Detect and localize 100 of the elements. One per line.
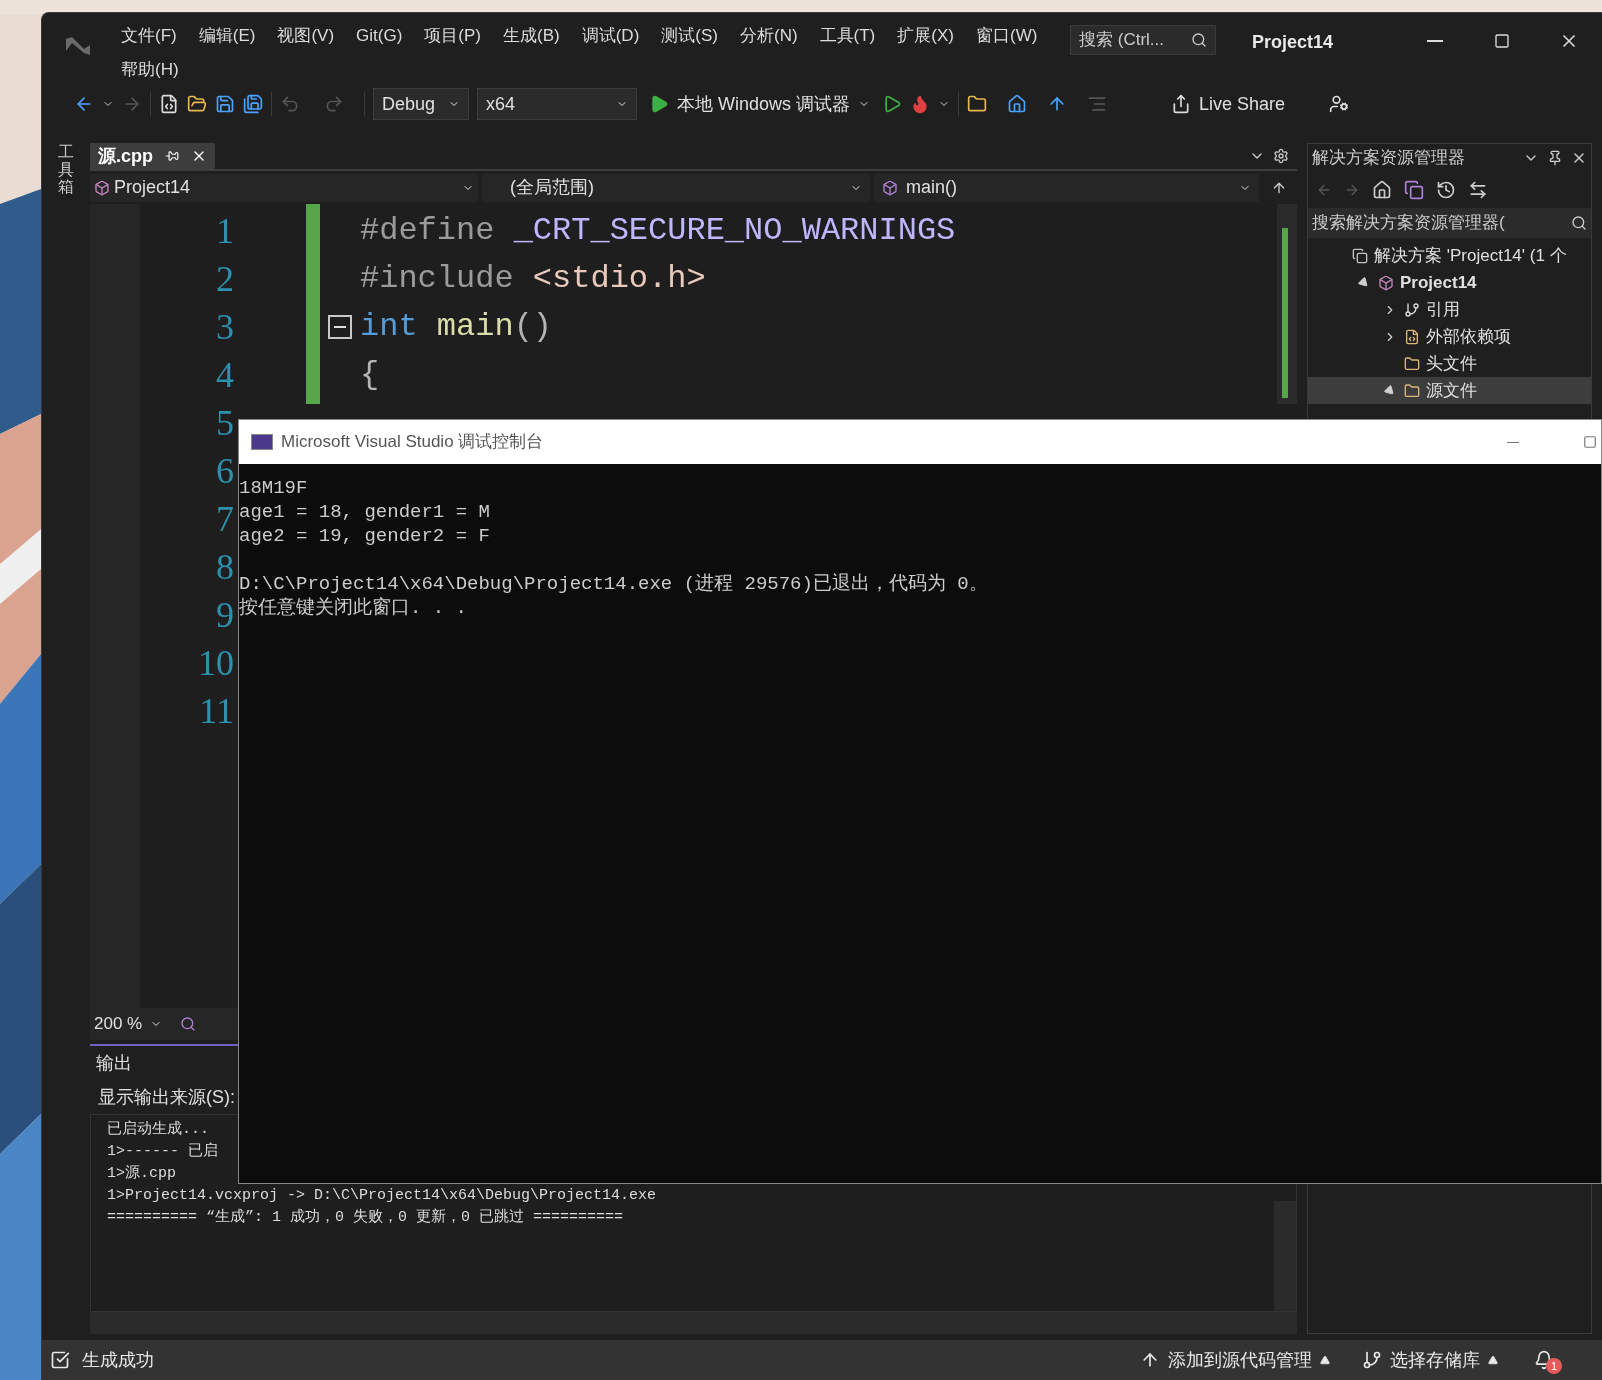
start-debugging-button[interactable]: 本地 Windows 调试器	[645, 90, 875, 118]
menu-item[interactable]: 窗口(W)	[964, 21, 1049, 51]
status-message: 生成成功	[82, 1348, 154, 1372]
menu-item[interactable]: 文件(F)	[110, 21, 188, 51]
console-line: age1 = 18, gender1 = M	[239, 500, 490, 524]
maximize-icon	[1493, 33, 1510, 49]
console-line: 18M19F	[239, 476, 308, 500]
home-icon[interactable]	[1007, 94, 1028, 114]
minimize-icon	[1426, 40, 1443, 42]
platform-dropdown[interactable]: x64	[477, 88, 637, 120]
menu-item[interactable]: 工具(T)	[808, 21, 887, 51]
run-icon[interactable]	[882, 94, 903, 114]
collapse-button[interactable]	[328, 315, 352, 339]
output-line: ========== “生成”: 1 成功，0 失败，0 更新，0 已跳过 ==========	[107, 1207, 624, 1228]
line-number: 8	[216, 549, 234, 585]
console-line: 按任意键关闭此窗口. . .	[239, 596, 467, 620]
output-line: 已启动生成...	[107, 1119, 209, 1140]
menu-item[interactable]: 调试(D)	[570, 21, 651, 51]
code-line: #define _CRT_SECURE_NO_WARNINGS	[360, 211, 956, 251]
line-number: 2	[216, 261, 234, 297]
home-icon[interactable]	[1372, 180, 1392, 200]
line-number: 11	[199, 693, 234, 729]
console-line: age2 = 19, gender2 = F	[239, 524, 490, 548]
scope-dropdown[interactable]: (全局范围)	[482, 173, 870, 202]
file-icon	[1404, 328, 1420, 345]
folder-icon	[1404, 382, 1420, 399]
line-number: 9	[216, 597, 234, 633]
search-icon[interactable]	[180, 1016, 196, 1032]
search-icon	[1571, 215, 1587, 231]
save-icon[interactable]	[215, 94, 235, 114]
line-number: 5	[216, 405, 234, 441]
menu-item[interactable]: 编辑(E)	[187, 21, 267, 51]
menu-item[interactable]: 测试(S)	[650, 21, 729, 51]
tree-item[interactable]: 引用	[1308, 296, 1591, 323]
menu-item[interactable]: Git(G)	[345, 21, 414, 51]
menu-item[interactable]: 帮助(H)	[110, 54, 190, 84]
save-all-icon[interactable]	[243, 94, 263, 114]
output-line: 1>------ 已启	[107, 1141, 218, 1162]
code-line: int main()	[360, 307, 553, 347]
panel-title: 输出	[96, 1051, 132, 1075]
line-number: 4	[216, 357, 234, 393]
account-icon[interactable]	[1329, 94, 1350, 114]
folder-icon	[1404, 355, 1420, 372]
zoom-dropdown[interactable]: 200 %	[90, 1011, 180, 1037]
play-icon	[649, 94, 669, 114]
search-field[interactable]: 搜索解决方案资源管理器(	[1308, 208, 1591, 238]
status-icon	[50, 1350, 70, 1370]
menu-item[interactable]: 生成(B)	[492, 21, 571, 51]
pin-icon[interactable]	[165, 149, 179, 163]
cube-icon	[882, 179, 898, 196]
member-dropdown[interactable]: main()	[874, 173, 1259, 202]
line-number: 3	[216, 309, 234, 345]
console-icon	[251, 434, 273, 450]
project-icon	[94, 179, 110, 196]
line-number: 6	[216, 453, 234, 489]
code-line: #include <stdio.h>	[360, 259, 706, 299]
tree-item[interactable]: 外部依赖项	[1308, 323, 1591, 350]
search-field[interactable]: 搜索 (Ctrl...	[1070, 25, 1216, 55]
search-icon	[1191, 32, 1207, 48]
code-line: {	[360, 355, 380, 395]
minimize-icon[interactable]	[1507, 441, 1519, 443]
share-icon[interactable]	[1171, 94, 1192, 114]
pin-icon[interactable]	[1547, 150, 1563, 166]
editor-tab[interactable]: 源.cpp	[90, 143, 215, 169]
settings-icon[interactable]	[1273, 148, 1289, 164]
output-source-label: 显示输出来源(S):	[98, 1085, 235, 1109]
maximize-icon[interactable]	[1583, 435, 1597, 449]
tree-item[interactable]: Project14	[1308, 269, 1591, 296]
line-number: 10	[198, 645, 234, 681]
menu-item[interactable]: 分析(N)	[728, 21, 809, 51]
history-icon[interactable]	[1436, 180, 1456, 200]
project-dropdown[interactable]: Project14	[90, 173, 478, 202]
tree-item[interactable]: 源文件	[1308, 377, 1591, 404]
new-item-icon[interactable]	[159, 94, 179, 114]
menu-item[interactable]: 项目(P)	[413, 21, 492, 51]
open-folder-icon[interactable]	[187, 94, 207, 114]
sync-icon[interactable]	[1468, 180, 1488, 200]
console-line: D:\C\Project14\x64\Debug\Project14.exe (进程 29576)已退出，代码为 0。	[239, 572, 988, 596]
toolbox-tab[interactable]: 工具箱	[58, 143, 74, 196]
menu-item[interactable]: 视图(V)	[266, 21, 346, 51]
folder-icon[interactable]	[967, 94, 988, 114]
output-line: 1>源.cpp	[107, 1164, 176, 1184]
project-icon	[1378, 274, 1394, 291]
window-title: Project14	[1252, 31, 1334, 54]
caret-icon	[1488, 1355, 1498, 1365]
menu-item[interactable]: 扩展(X)	[886, 21, 965, 51]
switch-views-icon[interactable]	[1404, 180, 1424, 200]
branch-icon	[1362, 1350, 1382, 1370]
configuration-dropdown[interactable]: Debug	[373, 88, 469, 120]
caret-icon	[1320, 1355, 1330, 1365]
add-to-source-control-button[interactable]: 添加到源代码管理	[1140, 1346, 1330, 1374]
line-number: 1	[216, 213, 234, 249]
notification-badge: 1	[1546, 1358, 1562, 1374]
panel-title: 解决方案资源管理器	[1312, 147, 1465, 170]
line-number: 7	[216, 501, 234, 537]
tree-item[interactable]: 解决方案 'Project14' (1 个	[1308, 242, 1591, 269]
solution-icon	[1352, 247, 1368, 264]
tree-item[interactable]: 头文件	[1308, 350, 1591, 377]
live-share-button[interactable]: Live Share	[1199, 90, 1286, 118]
select-repository-button[interactable]: 选择存储库	[1362, 1346, 1498, 1374]
